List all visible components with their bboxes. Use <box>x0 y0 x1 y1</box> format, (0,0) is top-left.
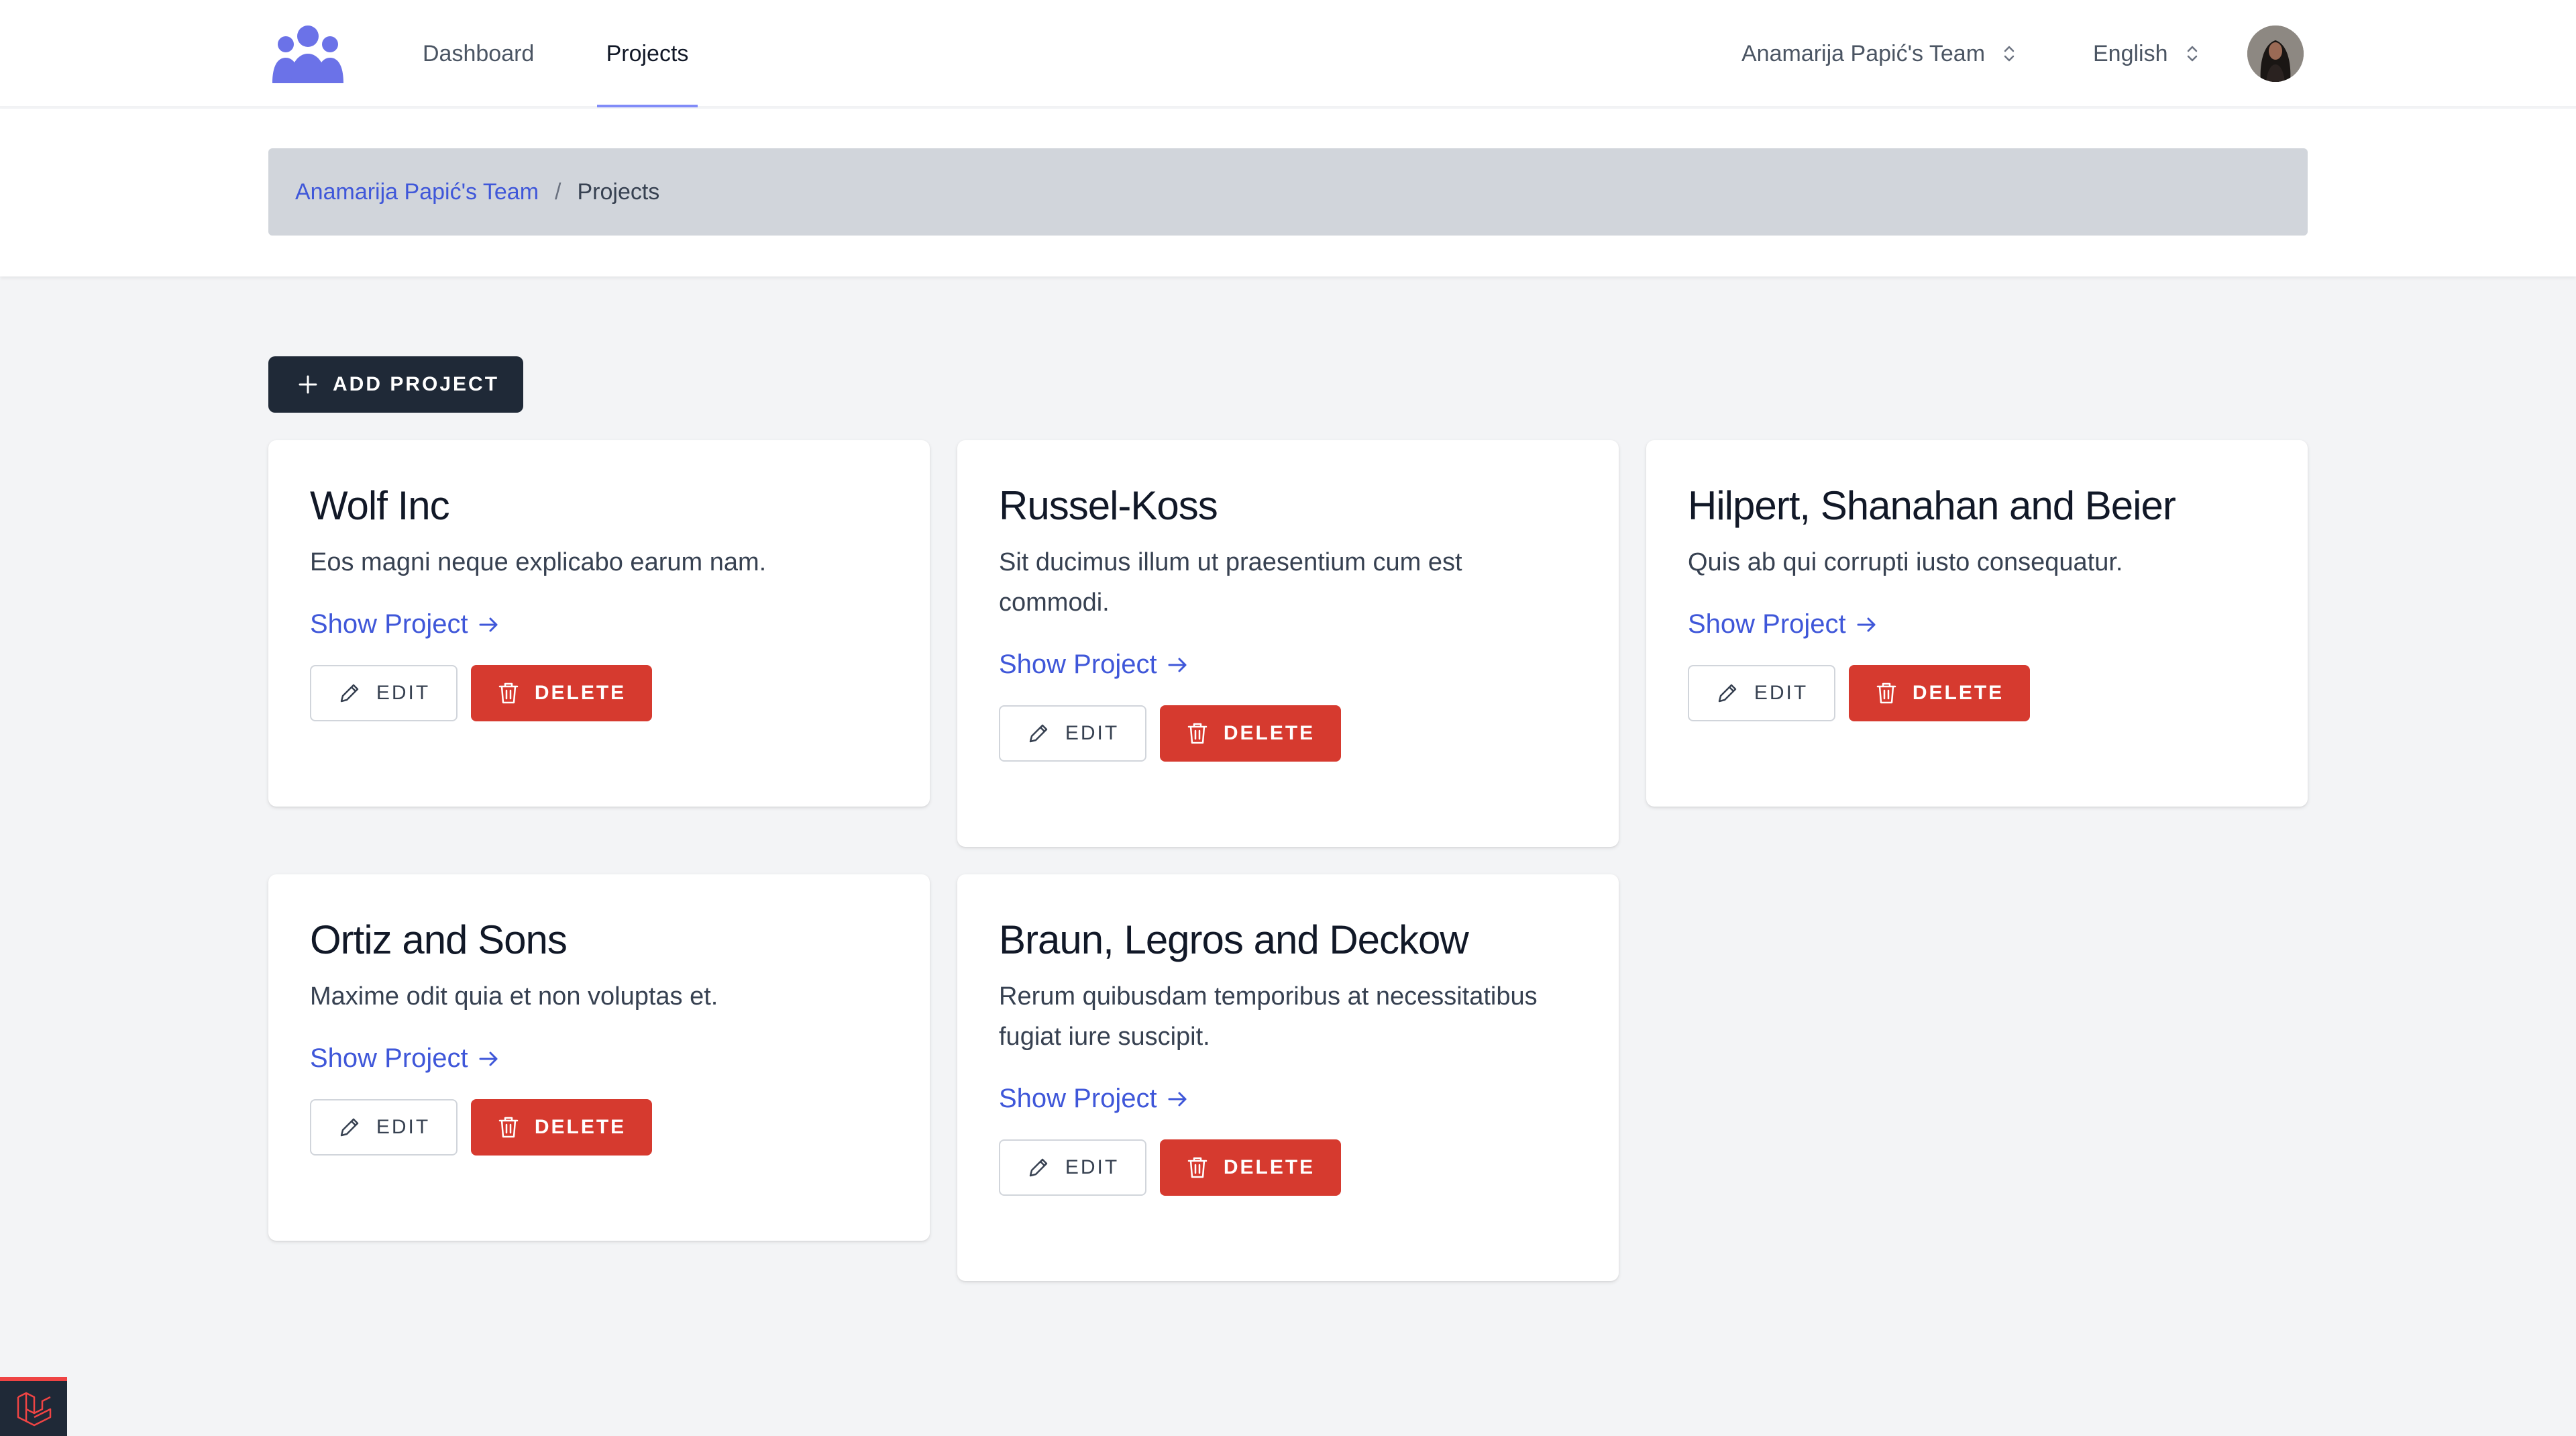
delete-button[interactable]: DELETE <box>1849 665 2030 721</box>
project-description: Rerum quibusdam temporibus at necessitat… <box>999 982 1538 1051</box>
project-card: Ortiz and Sons Maxime odit quia et non v… <box>268 874 930 1241</box>
language-switcher-label: English <box>2093 40 2168 66</box>
edit-button[interactable]: EDIT <box>310 665 458 721</box>
top-navigation: Dashboard Projects Anamarija Papić's Tea… <box>0 0 2576 107</box>
nav-link-dashboard[interactable]: Dashboard <box>423 0 534 107</box>
debugbar-toggle[interactable] <box>0 1377 67 1436</box>
project-description: Maxime odit quia et non voluptas et. <box>310 982 718 1011</box>
arrow-right-icon <box>1168 1092 1187 1106</box>
chevron-updown-icon <box>2187 46 2197 62</box>
project-title: Braun, Legros and Deckow <box>999 917 1469 962</box>
project-title: Ortiz and Sons <box>310 917 568 962</box>
pencil-icon <box>340 684 359 703</box>
team-logo-icon[interactable] <box>271 20 345 87</box>
pencil-icon <box>1718 684 1737 703</box>
card-actions: EDIT DELETE <box>310 1099 888 1156</box>
breadcrumb: Anamarija Papić's Team / Projects <box>268 148 2308 236</box>
show-project-label: Show Project <box>999 1084 1157 1113</box>
nav-link-projects[interactable]: Projects <box>597 0 698 107</box>
arrow-right-icon <box>1168 658 1187 672</box>
laravel-icon <box>17 1392 52 1427</box>
show-project-label: Show Project <box>1688 609 1846 639</box>
user-avatar[interactable] <box>2247 25 2304 82</box>
edit-label: EDIT <box>1754 682 1809 704</box>
delete-button[interactable]: DELETE <box>471 665 652 721</box>
delete-label: DELETE <box>534 682 627 704</box>
add-project-label: ADD PROJECT <box>333 373 500 395</box>
project-title: Russel-Koss <box>999 483 1218 528</box>
delete-button[interactable]: DELETE <box>471 1099 652 1156</box>
edit-label: EDIT <box>376 1116 431 1138</box>
project-title: Wolf Inc <box>310 483 450 528</box>
add-project-button[interactable]: ADD PROJECT <box>268 356 523 413</box>
trash-icon <box>1876 682 1896 704</box>
edit-label: EDIT <box>1065 1156 1120 1178</box>
project-description: Sit ducimus illum ut praesentium cum est… <box>999 548 1462 617</box>
pencil-icon <box>340 1118 359 1137</box>
project-description: Eos magni neque explicabo earum nam. <box>310 548 767 576</box>
breadcrumb-current: Projects <box>577 178 660 205</box>
project-title: Hilpert, Shanahan and Beier <box>1688 483 2176 528</box>
edit-button[interactable]: EDIT <box>1688 665 1835 721</box>
card-actions: EDIT DELETE <box>310 665 888 721</box>
team-switcher-label: Anamarija Papić's Team <box>1741 40 1986 66</box>
chevron-updown-icon <box>2004 46 2015 62</box>
show-project-link[interactable]: Show Project <box>310 1043 500 1074</box>
trash-icon <box>1187 723 1208 744</box>
show-project-link[interactable]: Show Project <box>999 650 1189 680</box>
project-card: Russel-Koss Sit ducimus illum ut praesen… <box>957 440 1619 847</box>
avatar-image <box>2247 25 2304 82</box>
delete-label: DELETE <box>1223 1156 1316 1178</box>
show-project-link[interactable]: Show Project <box>1688 609 1878 639</box>
pencil-icon <box>1029 1158 1048 1177</box>
pencil-icon <box>1029 724 1048 743</box>
show-project-label: Show Project <box>999 650 1157 679</box>
trash-icon <box>498 1117 519 1138</box>
show-project-label: Show Project <box>310 609 468 639</box>
project-card: Braun, Legros and Deckow Rerum quibusdam… <box>957 874 1619 1281</box>
card-actions: EDIT DELETE <box>999 705 1577 762</box>
delete-label: DELETE <box>534 1116 627 1138</box>
edit-label: EDIT <box>1065 722 1120 744</box>
project-card: Hilpert, Shanahan and Beier Quis ab qui … <box>1646 440 2308 807</box>
delete-label: DELETE <box>1223 722 1316 744</box>
delete-button[interactable]: DELETE <box>1160 705 1341 762</box>
arrow-right-icon <box>479 1052 498 1066</box>
show-project-link[interactable]: Show Project <box>310 609 500 639</box>
edit-button[interactable]: EDIT <box>310 1099 458 1156</box>
edit-button[interactable]: EDIT <box>999 1139 1146 1196</box>
edit-label: EDIT <box>376 682 431 704</box>
delete-button[interactable]: DELETE <box>1160 1139 1341 1196</box>
plus-icon <box>299 375 317 394</box>
card-actions: EDIT DELETE <box>1688 665 2266 721</box>
team-switcher-dropdown[interactable]: Anamarija Papić's Team <box>1741 0 2016 107</box>
breadcrumb-team-link[interactable]: Anamarija Papić's Team <box>295 179 539 205</box>
edit-button[interactable]: EDIT <box>999 705 1146 762</box>
page-header: Anamarija Papić's Team / Projects <box>0 109 2576 276</box>
breadcrumb-separator: / <box>555 178 561 205</box>
show-project-label: Show Project <box>310 1043 468 1073</box>
card-actions: EDIT DELETE <box>999 1139 1577 1196</box>
trash-icon <box>1187 1157 1208 1178</box>
language-switcher-dropdown[interactable]: English <box>2093 0 2199 107</box>
delete-label: DELETE <box>1912 682 2004 704</box>
arrow-right-icon <box>479 617 498 631</box>
project-description: Quis ab qui corrupti iusto consequatur. <box>1688 548 2123 576</box>
trash-icon <box>498 682 519 704</box>
arrow-right-icon <box>1857 617 1876 631</box>
show-project-link[interactable]: Show Project <box>999 1084 1189 1114</box>
project-card: Wolf Inc Eos magni neque explicabo earum… <box>268 440 930 807</box>
